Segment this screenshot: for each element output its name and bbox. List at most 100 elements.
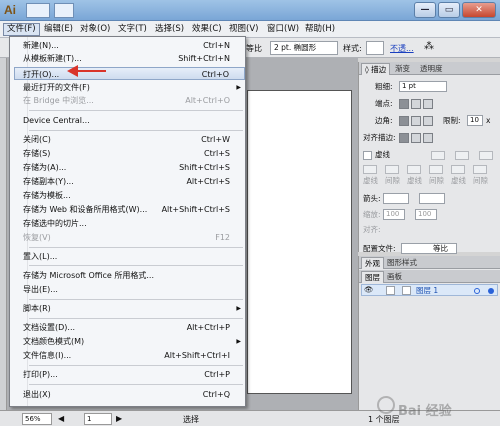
weight-input[interactable]: 1 pt [399, 81, 447, 92]
watermark-text: Bai 经验 [398, 404, 452, 419]
tab-transparency[interactable]: 透明度 [417, 63, 446, 75]
scale-start-input[interactable]: 100 [383, 209, 405, 220]
limit-unit: x [486, 116, 491, 125]
menu-item-browse-bridge[interactable]: 在 Bridge 中浏览... Alt+Ctrl+O [23, 94, 245, 107]
weight-label: 粗细: [375, 82, 393, 91]
arrowhead-end-select[interactable] [419, 193, 445, 204]
butt-cap-button[interactable] [399, 99, 409, 109]
tab-artboards[interactable]: 画板 [384, 271, 405, 283]
menu-item-open-recent[interactable]: 最近打开的文件(F) ▶ [23, 81, 245, 94]
selection-indicator-icon[interactable] [488, 288, 494, 294]
eye-icon[interactable]: 👁 [364, 285, 374, 295]
bridge-button[interactable] [26, 3, 50, 18]
transform-icon[interactable]: ⁂ [424, 41, 434, 52]
dash-style-3-icon[interactable] [479, 151, 493, 160]
layers-panel: 外观 图形样式 图层 画板 👁 图层 1 [358, 256, 500, 410]
menu-type[interactable]: 文字(T) [115, 23, 150, 36]
menu-item-device-central[interactable]: Device Central... [23, 114, 245, 127]
profile-select[interactable] [401, 243, 457, 254]
menu-select[interactable]: 选择(S) [152, 23, 187, 36]
dash-style-2-icon[interactable] [455, 151, 469, 160]
artboard-number-select[interactable]: 1 [84, 413, 112, 425]
menu-item-new[interactable]: 新建(N)... Ctrl+N [23, 39, 245, 52]
dash-input-1[interactable] [363, 165, 377, 174]
dash-style-1-icon[interactable] [431, 151, 445, 160]
next-artboard-icon[interactable]: ▶ [116, 414, 122, 423]
menu-item-new-from-template[interactable]: 从模板新建(T)... Shift+Ctrl+N [23, 52, 245, 65]
menu-item-save-slices[interactable]: 存储选中的切片... [23, 217, 245, 230]
menu-separator [29, 247, 243, 248]
layer-row[interactable]: 👁 图层 1 [361, 284, 498, 296]
round-join-button[interactable] [411, 116, 421, 126]
menu-separator [29, 110, 243, 111]
menu-item-file-info[interactable]: 文件信息(I)... Alt+Shift+Ctrl+I [23, 349, 245, 362]
opacity-link[interactable]: 不透... [390, 43, 414, 54]
menu-item-place[interactable]: 置入(L)... [23, 250, 245, 263]
menu-item-exit[interactable]: 退出(X) Ctrl+Q [23, 388, 245, 401]
menu-effect[interactable]: 效果(C) [189, 23, 225, 36]
menu-item-revert[interactable]: 恢复(V) F12 [23, 231, 245, 244]
minimize-button[interactable]: — [414, 2, 436, 18]
stroke-profile-select[interactable]: 2 pt. 椭圆形 [270, 41, 338, 55]
layer-count-label: 1 个图层 [368, 415, 400, 424]
menu-separator [29, 265, 243, 266]
lock-toggle[interactable] [386, 286, 395, 295]
align-outside-button[interactable] [423, 133, 433, 143]
dash-input-2[interactable] [407, 165, 421, 174]
projecting-cap-button[interactable] [423, 99, 433, 109]
menu-item-open[interactable]: 打开(O)... Ctrl+O [14, 67, 245, 80]
menu-item-save-copy[interactable]: 存储副本(Y)... Alt+Ctrl+S [23, 175, 245, 188]
limit-input[interactable]: 10 [467, 115, 483, 126]
menu-file[interactable]: 文件(F) [3, 23, 40, 36]
miter-join-button[interactable] [399, 116, 409, 126]
menu-edit[interactable]: 编辑(E) [41, 23, 76, 36]
tab-appearance[interactable]: 外观 [361, 257, 384, 269]
maximize-button[interactable]: ▭ [438, 2, 460, 18]
menu-item-export[interactable]: 导出(E)... [23, 283, 245, 296]
menu-object[interactable]: 对象(O) [77, 23, 113, 36]
round-cap-button[interactable] [411, 99, 421, 109]
gap-input-1[interactable] [385, 165, 399, 174]
arrowhead-start-select[interactable] [383, 193, 409, 204]
menu-window[interactable]: 窗口(W) [264, 23, 302, 36]
cap-label: 端点: [375, 99, 393, 108]
dashed-checkbox[interactable] [363, 151, 372, 160]
zoom-select[interactable]: 56% [22, 413, 52, 425]
menu-item-save-office[interactable]: 存储为 Microsoft Office 所用格式... [23, 269, 245, 282]
align-center-button[interactable] [399, 133, 409, 143]
layer-name[interactable]: 图层 1 [416, 286, 438, 296]
gap-input-2[interactable] [429, 165, 443, 174]
align-inside-button[interactable] [411, 133, 421, 143]
dash-label-1: 虚线 [363, 176, 378, 185]
tab-gradient[interactable]: 渐变 [392, 63, 413, 75]
tab-stroke[interactable]: ◊ 描边 [361, 63, 391, 75]
menu-item-save-template[interactable]: 存储为模板... [23, 189, 245, 202]
artboard[interactable] [247, 90, 352, 394]
bevel-join-button[interactable] [423, 116, 433, 126]
close-button[interactable]: ✕ [462, 2, 496, 18]
menu-item-scripts[interactable]: 脚本(R) ▶ [23, 302, 245, 315]
style-select[interactable] [366, 41, 384, 55]
menu-item-document-setup[interactable]: 文档设置(D)... Alt+Ctrl+P [23, 321, 245, 334]
menu-separator [29, 299, 243, 300]
menu-help[interactable]: 帮助(H) [302, 23, 338, 36]
menu-item-close[interactable]: 关闭(C) Ctrl+W [23, 133, 245, 146]
prev-artboard-icon[interactable]: ◀ [58, 414, 64, 423]
gap-label-1: 间隙 [385, 176, 400, 185]
menu-item-save[interactable]: 存储(S) Ctrl+S [23, 147, 245, 160]
gap-input-3[interactable] [473, 165, 487, 174]
tools-panel [0, 58, 7, 410]
profile-label: 配置文件: [363, 244, 396, 253]
tab-layers[interactable]: 图层 [361, 271, 384, 283]
tab-graphic-styles[interactable]: 图形样式 [384, 257, 420, 269]
menu-item-save-as[interactable]: 存储为(A)... Shift+Ctrl+S [23, 161, 245, 174]
paw-logo-icon [377, 396, 395, 414]
dash-input-3[interactable] [451, 165, 465, 174]
menu-item-save-for-web[interactable]: 存储为 Web 和设备所用格式(W)... Alt+Shift+Ctrl+S [23, 203, 245, 216]
arrange-button[interactable] [54, 3, 74, 18]
menu-item-color-mode[interactable]: 文档颜色模式(M) ▶ [23, 335, 245, 348]
menu-item-print[interactable]: 打印(P)... Ctrl+P [23, 368, 245, 381]
target-icon[interactable] [474, 288, 480, 294]
scale-end-input[interactable]: 100 [415, 209, 437, 220]
menu-view[interactable]: 视图(V) [226, 23, 261, 36]
